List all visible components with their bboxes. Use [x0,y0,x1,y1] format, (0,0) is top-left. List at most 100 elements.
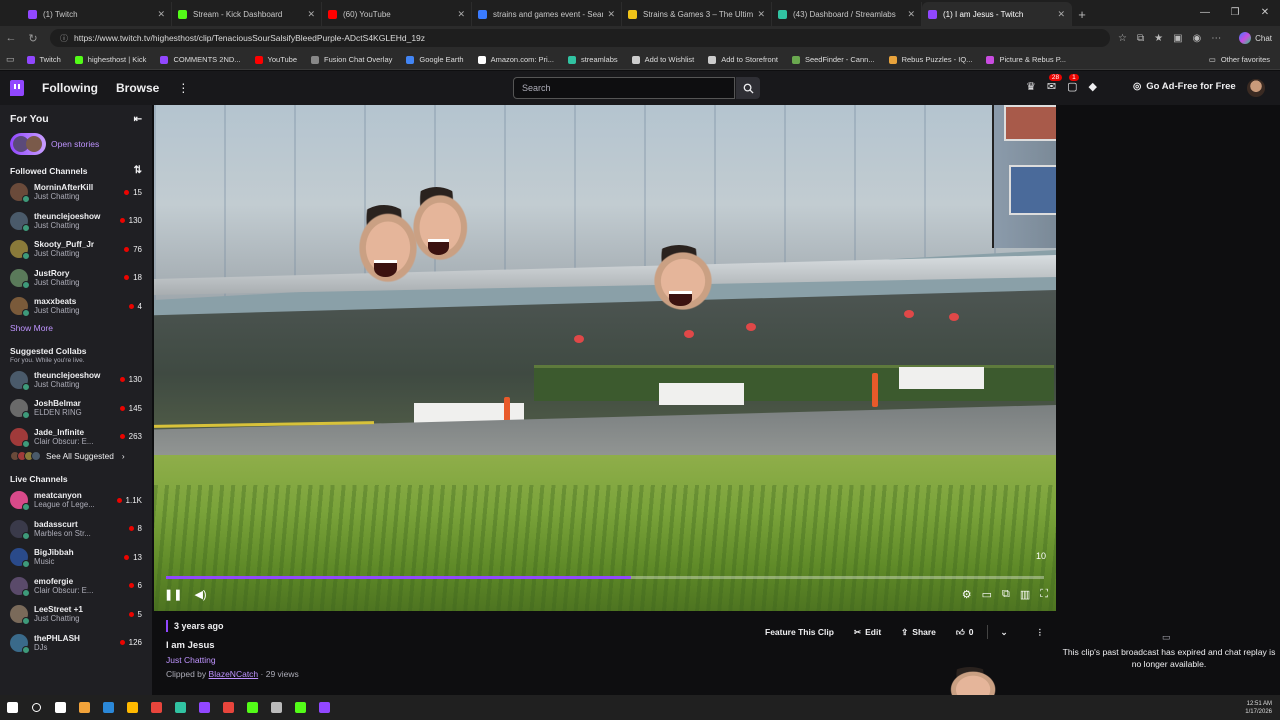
browser-tab[interactable]: Strains & Games 3 – The Ultimate ✕ [622,2,772,26]
sidebar-channel-live[interactable]: thePHLASH DJs 126 [0,629,152,658]
sort-icon[interactable]: ⇅ [134,165,142,176]
browser-tab[interactable]: (1) Twitch ✕ [22,2,172,26]
taskbar-app-icon[interactable] [168,695,192,720]
bookmark-item[interactable]: Picture & Rebus P... [986,55,1066,64]
bookmark-item[interactable]: Twitch [26,55,61,64]
sidebar-channel-live[interactable]: badasscurt Marbles on Str... 8 [0,515,152,544]
sidebar-channel-suggested[interactable]: JoshBelmar ELDEN RING 145 [0,394,152,423]
favorite-star-icon[interactable]: ☆ [1118,33,1127,44]
sidebar-channel-live[interactable]: LeeStreet +1 Just Chatting 5 [0,600,152,629]
notifications-icon[interactable]: ✉ 28 [1047,74,1063,93]
tab-close-icon[interactable]: ✕ [1057,9,1065,20]
crown-icon[interactable]: ♛ [1026,80,1036,93]
menu-icon[interactable]: ⋯ [1211,33,1221,44]
user-avatar[interactable] [1247,79,1265,97]
bookmark-item[interactable]: streamlabs [567,55,618,64]
clipper-link[interactable]: BlazeNCatch [209,669,259,679]
sidebar-channel-followed[interactable]: JustRory Just Chatting 18 [0,264,152,293]
favorites-icon[interactable]: ★ [1154,33,1163,44]
search-input[interactable]: Search [513,77,735,99]
bookmark-item[interactable]: Add to Wishlist [631,55,694,64]
bookmark-item[interactable]: YouTube [254,55,297,64]
taskbar-app-icon[interactable] [264,695,288,720]
taskbar-app-icon[interactable] [72,695,96,720]
clip-mode-icon[interactable]: ▥ [1020,588,1030,601]
system-clock[interactable]: 12:51 AM 1/17/2026 [1245,700,1272,716]
clip-video-player[interactable]: 10 ❚❚ ◀) ⚙ ▭ ⧉ ▥ ⛶ [154,105,1056,611]
tab-close-icon[interactable]: ✕ [307,9,315,20]
more-options-button[interactable]: ⋮ [1029,623,1052,641]
taskbar-app-icon[interactable] [240,695,264,720]
share-button[interactable]: ⇪ Share [894,623,943,641]
extensions-icon[interactable]: ⧉ [1137,33,1144,44]
taskbar-app-icon[interactable] [48,695,72,720]
sidebar-channel-followed[interactable]: theunclejoeshow Just Chatting 130 [0,207,152,236]
new-tab-button[interactable]: + [1072,2,1092,26]
taskbar-app-icon[interactable] [96,695,120,720]
ad-free-button[interactable]: ◎ Go Ad-Free for Free [1133,81,1236,92]
taskbar-app-icon[interactable] [312,695,336,720]
taskbar-app-icon[interactable] [216,695,240,720]
close-window-icon[interactable]: ✕ [1250,0,1280,24]
bookmark-item[interactable]: Google Earth [406,55,464,64]
bookmark-item[interactable]: Amazon.com: Pri... [477,55,554,64]
profile-icon[interactable]: ◉ [1193,33,1202,44]
tab-close-icon[interactable]: ✕ [607,9,615,20]
restore-icon[interactable]: ❐ [1220,0,1250,24]
fullscreen-icon[interactable]: ⛶ [1040,588,1048,601]
theatre-mode-icon[interactable]: ▭ [982,588,992,601]
nav-following[interactable]: Following [42,81,98,95]
back-icon[interactable]: ← [0,32,22,44]
sidebar-channel-followed[interactable]: Skooty_Puff_Jr Just Chatting 76 [0,235,152,264]
tab-close-icon[interactable]: ✕ [457,9,465,20]
taskbar-app-icon[interactable] [120,695,144,720]
sidebar-channel-live[interactable]: BigJibbah Music 13 [0,543,152,572]
bookmark-item[interactable]: Add to Storefront [708,55,778,64]
sidebar-channel-followed[interactable]: MorninAfterKill Just Chatting 15 [0,178,152,207]
edit-button[interactable]: ✂ Edit [847,623,888,641]
browser-tab[interactable]: (1) I am Jesus - Twitch ✕ [922,2,1072,26]
apps-icon[interactable]: ▭ [6,54,15,65]
bits-icon[interactable]: ◆ [1089,80,1097,93]
sidebar-channel-suggested[interactable]: Jade_Infinite Clair Obscur: E... 263 [0,423,152,452]
other-favorites[interactable]: ▭ Other favorites [1209,55,1270,64]
bookmark-item[interactable]: SeedFinder - Cann... [791,55,875,64]
tab-close-icon[interactable]: ✕ [157,9,165,20]
sidebar-channel-live[interactable]: emofergie Clair Obscur: E... 6 [0,572,152,601]
settings-gear-icon[interactable]: ⚙ [962,588,972,601]
browser-tab[interactable]: (43) Dashboard / Streamlabs ✕ [772,2,922,26]
taskbar-app-icon[interactable] [192,695,216,720]
see-all-suggested-link[interactable]: See All Suggested › [0,451,152,461]
volume-icon[interactable]: ◀) [194,588,206,601]
taskbar-search-icon[interactable] [24,695,48,720]
show-more-link[interactable]: Show More [0,323,152,333]
popout-icon[interactable]: ⧉ [1002,588,1010,601]
copilot-button[interactable]: Chat [1239,32,1272,44]
bookmark-item[interactable]: highesthost | Kick [74,55,146,64]
start-button[interactable] [0,695,24,720]
tab-close-icon[interactable]: ✕ [757,9,765,20]
minimize-icon[interactable]: — [1190,0,1220,24]
nav-browse[interactable]: Browse [116,81,159,95]
sidebar-channel-suggested[interactable]: theunclejoeshow Just Chatting 130 [0,366,152,395]
nav-more-icon[interactable]: ⋮ [177,81,189,95]
tab-close-icon[interactable]: ✕ [907,9,915,20]
collapse-sidebar-icon[interactable]: ⇤ [134,114,142,125]
browser-tab[interactable]: strains and games event - Search ✕ [472,2,622,26]
inbox-icon[interactable]: ▢ 1 [1067,74,1079,93]
dislike-dropdown-button[interactable]: ⌄ [994,623,1015,641]
reload-icon[interactable]: ↻ [22,32,44,45]
url-field[interactable]: ⓘ https://www.twitch.tv/highesthost/clip… [50,29,1110,47]
sidebar-channel-live[interactable]: meatcanyon League of Lege... 1.1K [0,486,152,515]
bookmark-item[interactable]: Rebus Puzzles - IQ... [888,55,972,64]
bookmark-item[interactable]: COMMENTS 2ND... [160,55,241,64]
clip-progress-bar[interactable] [166,576,1044,579]
taskbar-app-icon[interactable] [144,695,168,720]
browser-tab[interactable]: Stream - Kick Dashboard ✕ [172,2,322,26]
search-button[interactable] [736,77,760,99]
collections-icon[interactable]: ▣ [1173,33,1182,44]
browser-tab[interactable]: (60) YouTube ✕ [322,2,472,26]
twitch-logo-icon[interactable] [10,80,24,96]
clip-category-link[interactable]: Just Chatting [166,655,1056,665]
taskbar-app-icon[interactable] [288,695,312,720]
